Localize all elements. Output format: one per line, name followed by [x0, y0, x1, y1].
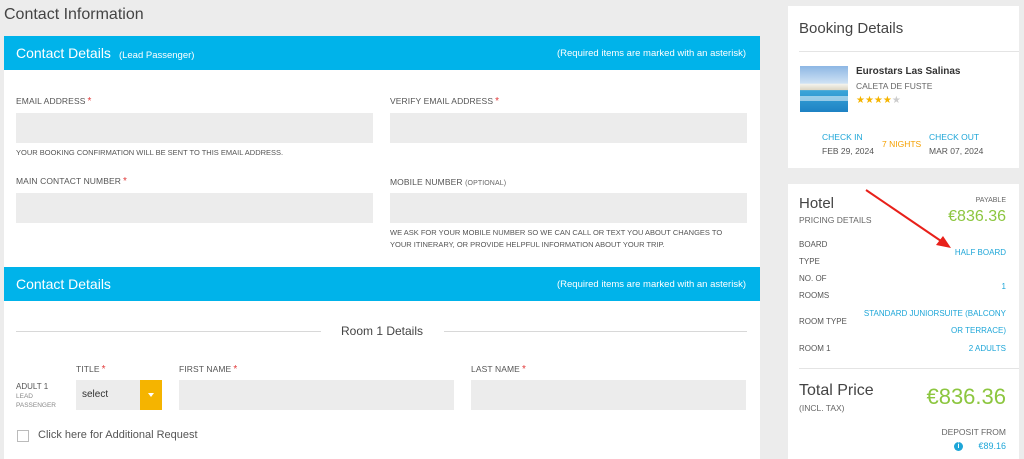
additional-request-checkbox[interactable]: [17, 430, 29, 442]
room-contact-header: Contact Details (Required items are mark…: [4, 267, 760, 301]
info-icon[interactable]: i: [954, 442, 963, 451]
nights-count: 7 NIGHTS: [882, 139, 922, 149]
divider: [799, 51, 1019, 52]
room-required-note: (Required items are marked with an aster…: [556, 278, 746, 290]
total-price-amount: €836.36: [926, 384, 1006, 409]
email-label: EMAIL ADDRESS *: [16, 96, 92, 107]
pricing-card: Hotel PRICING DETAILS PAYABLE €836.36 BO…: [788, 184, 1019, 459]
mobile-hint: WE ASK FOR YOUR MOBILE NUMBER SO WE CAN …: [390, 228, 723, 249]
hotel-name: Eurostars Las Salinas: [856, 66, 961, 77]
check-out-date: MAR 07, 2024: [929, 146, 984, 156]
lead-passenger-label: LEAD PASSENGER: [16, 393, 56, 409]
pricing-subtitle: PRICING DETAILS: [799, 215, 872, 225]
email-input[interactable]: [16, 113, 373, 143]
board-type-value: HALF BOARD: [954, 248, 1006, 257]
pricing-title: Hotel: [799, 195, 835, 212]
room-type-value: STANDARD JUNIORSUITE (BALCONY OR TERRACE): [863, 309, 1006, 335]
deposit-label: DEPOSIT FROM: [941, 427, 1006, 437]
email-hint: YOUR BOOKING CONFIRMATION WILL BE SENT T…: [16, 148, 284, 157]
room-title: Room 1 Details: [340, 324, 424, 338]
verify-email-input[interactable]: [390, 113, 747, 143]
required-note: (Required items are marked with an aster…: [556, 47, 746, 59]
title-label: TITLE *: [76, 364, 106, 375]
mobile-label: MOBILE NUMBER (OPTIONAL): [390, 177, 507, 187]
page-title: Contact Information: [4, 6, 144, 23]
title-select[interactable]: select: [76, 380, 162, 410]
contact-details-header: Contact Details (Lead Passenger) (Requir…: [4, 36, 760, 70]
room-contact-title: Contact Details: [16, 276, 111, 292]
room1-label: ROOM 1: [799, 344, 831, 353]
lead-passenger-subtitle: (Lead Passenger): [118, 50, 195, 61]
deposit-amount: €89.16: [978, 441, 1006, 451]
check-in-date: FEB 29, 2024: [822, 146, 874, 156]
contact-details-title: Contact Details: [16, 45, 111, 61]
total-price-label: Total Price: [799, 382, 874, 399]
check-in-label: CHECK IN: [822, 132, 863, 142]
board-type-label: BOARD TYPE: [799, 240, 828, 266]
rooms-label: NO. OF ROOMS: [799, 274, 830, 300]
hotel-thumbnail: [800, 66, 848, 112]
additional-request-label[interactable]: Click here for Additional Request: [38, 429, 198, 441]
last-name-label: LAST NAME *: [471, 364, 526, 375]
room1-value: 2 ADULTS: [968, 344, 1006, 353]
payable-label: PAYABLE: [975, 197, 1006, 204]
main-number-input[interactable]: [16, 193, 373, 223]
mobile-input[interactable]: [390, 193, 747, 223]
payable-amount: €836.36: [948, 208, 1006, 225]
adult-label: ADULT 1: [16, 382, 49, 391]
hotel-location: CALETA DE FUSTE: [856, 81, 933, 91]
main-form: Contact Details (Lead Passenger) (Requir…: [4, 36, 760, 459]
room-type-label: ROOM TYPE: [799, 317, 847, 326]
rooms-value: 1: [1001, 282, 1006, 291]
first-name-input[interactable]: [179, 380, 454, 410]
first-name-label: FIRST NAME *: [179, 364, 238, 375]
chevron-down-icon[interactable]: [140, 380, 162, 410]
last-name-input[interactable]: [471, 380, 746, 410]
booking-details-card: Booking Details Eurostars Las Salinas CA…: [788, 6, 1019, 168]
verify-email-label: VERIFY EMAIL ADDRESS *: [390, 96, 500, 107]
check-out-label: CHECK OUT: [929, 132, 980, 142]
star-rating: ★★★★★: [856, 95, 901, 106]
total-price-tax-note: (INCL. TAX): [799, 403, 845, 413]
divider: [799, 368, 1019, 369]
title-select-value: select: [82, 389, 109, 400]
booking-details-title: Booking Details: [799, 20, 904, 37]
main-number-label: MAIN CONTACT NUMBER *: [16, 176, 128, 187]
